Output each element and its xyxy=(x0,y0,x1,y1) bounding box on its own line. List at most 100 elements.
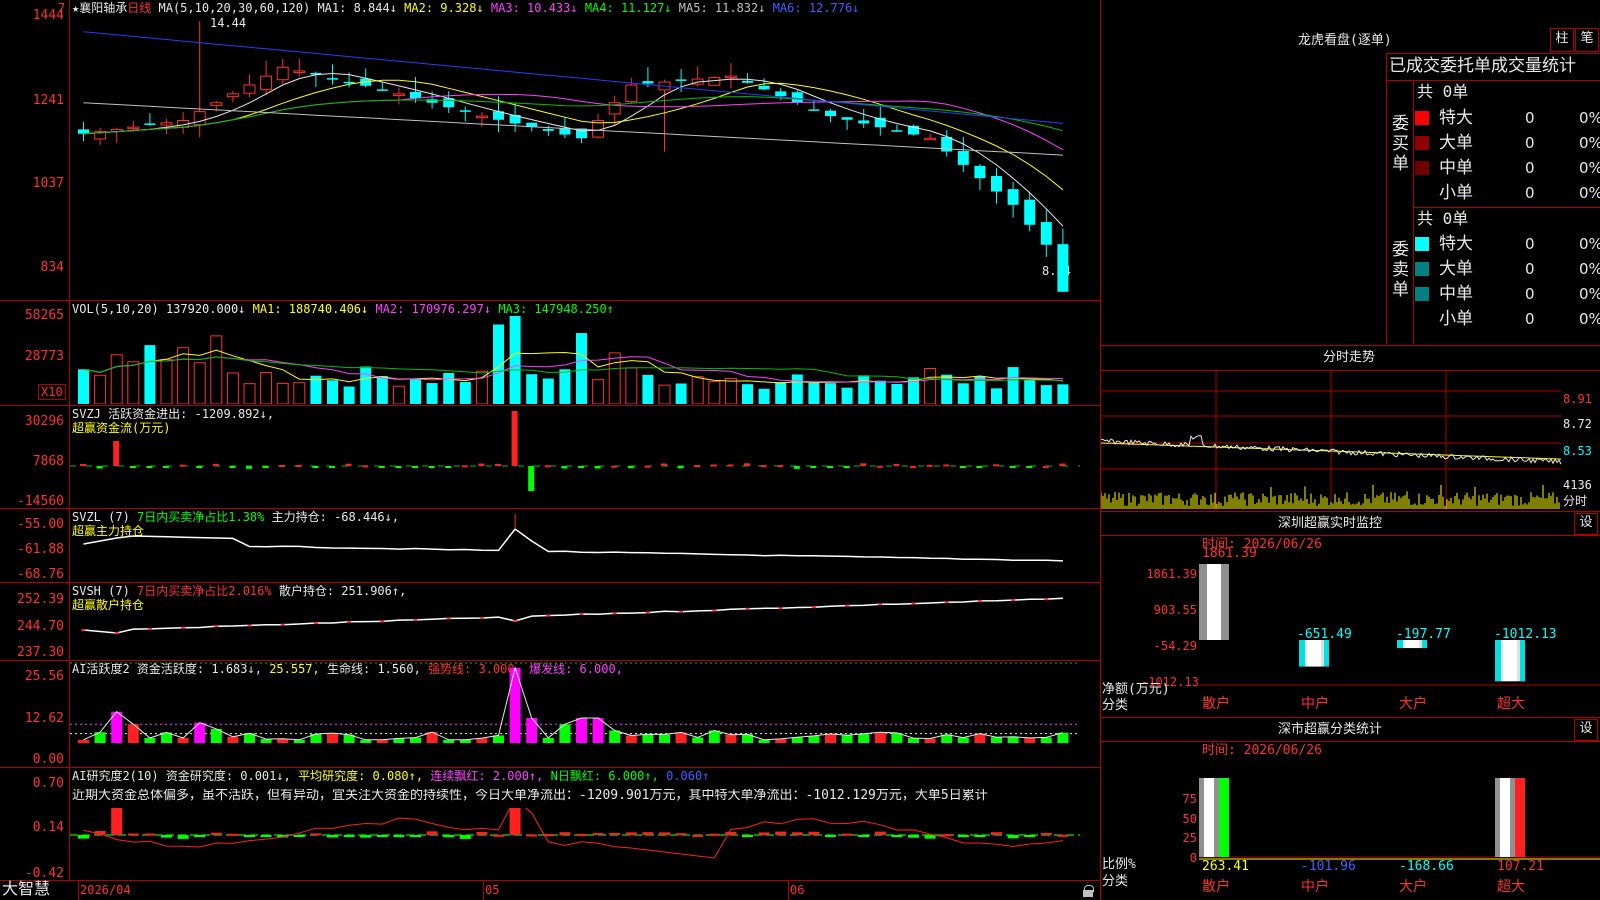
color-swatch xyxy=(1415,312,1429,326)
holding-tick xyxy=(878,603,883,606)
sz-monitor-chart[interactable] xyxy=(1199,560,1600,686)
sz-monitor-settings-button[interactable]: 设 xyxy=(1574,513,1598,535)
order-volume: 0 xyxy=(1525,184,1535,202)
candle-body xyxy=(1057,244,1069,292)
holding-tick xyxy=(380,620,385,623)
left-chart-area[interactable]: ★襄阳轴承日线 MA(5,10,20,30,60,120) MA1: 8.844… xyxy=(0,0,1100,900)
research-bar xyxy=(78,835,89,839)
intraday-title: 分时走势 xyxy=(1323,350,1376,365)
order-type-label: 大单 xyxy=(1439,259,1473,279)
ma4-value: MA4: 11.127↓ xyxy=(584,1,672,15)
flow-bar xyxy=(378,466,385,468)
volume-bar xyxy=(642,374,654,404)
research-bar xyxy=(127,833,139,836)
candle-body xyxy=(343,81,355,84)
volume-bar xyxy=(891,383,903,404)
research-bar xyxy=(177,835,189,839)
buy-total: 共 0单 xyxy=(1417,82,1469,101)
volume-bar xyxy=(957,383,969,404)
volume-chart[interactable] xyxy=(70,316,1100,404)
flow-bar xyxy=(279,465,286,468)
sz-stats-axis-label: 0 xyxy=(1189,851,1197,865)
monitor-bar xyxy=(1495,640,1525,682)
flow-bar xyxy=(295,465,302,468)
period-label[interactable]: 日线 xyxy=(127,1,151,15)
pen-view-button[interactable]: 笔 xyxy=(1575,28,1599,52)
research-bar xyxy=(1007,835,1019,839)
sz-stats-axis-label: 75 xyxy=(1182,792,1197,806)
activity-bar xyxy=(808,735,820,743)
order-percent: 0% xyxy=(1579,285,1600,303)
ma1-value: MA1: 8.844↓ xyxy=(317,1,397,15)
volume-bar xyxy=(841,387,853,404)
candle-body xyxy=(957,151,969,165)
research-bar xyxy=(476,831,488,835)
sz-stats-settings-button[interactable]: 设 xyxy=(1574,719,1598,741)
research-bar xyxy=(742,835,753,837)
order-volume: 0 xyxy=(1525,260,1535,278)
bar-view-button[interactable]: 柱 xyxy=(1550,28,1574,52)
candle-body xyxy=(243,84,256,94)
candlestick-chart[interactable] xyxy=(70,14,1100,298)
svsh-chart[interactable] xyxy=(70,583,1100,660)
svzj-chart[interactable] xyxy=(70,406,1100,508)
activity-bar xyxy=(576,717,587,743)
svsh-axis-label: 252.39 xyxy=(17,592,64,607)
volume-bar xyxy=(376,376,388,404)
flow-bar xyxy=(644,465,651,468)
intraday-chart[interactable] xyxy=(1101,371,1600,509)
stats-category-label: 散户 xyxy=(1202,879,1230,895)
research-bar xyxy=(991,832,1002,835)
flow-bar xyxy=(544,465,551,468)
candle-body xyxy=(758,85,770,90)
ai-active-axis-label: 0.00 xyxy=(32,752,64,767)
volume-bar xyxy=(327,380,338,404)
volume-bar xyxy=(410,378,421,404)
monitor-bar xyxy=(1199,564,1229,640)
ai-active-chart[interactable] xyxy=(70,661,1100,767)
order-percent: 0% xyxy=(1579,134,1600,152)
svzl-chart[interactable] xyxy=(70,509,1100,582)
research-bar xyxy=(194,835,206,838)
intraday-vol-label: 4136 xyxy=(1563,478,1592,492)
volume-bar xyxy=(426,383,438,404)
order-percent: 0% xyxy=(1579,184,1600,202)
ma-line-20 xyxy=(83,93,1064,151)
flow-bar xyxy=(744,463,750,466)
activity-bar xyxy=(1024,737,1036,743)
flow-bar xyxy=(793,466,800,469)
order-row: 小单 0 0% xyxy=(1415,181,1600,205)
research-bar xyxy=(426,831,438,835)
flow-bar xyxy=(661,463,667,466)
ai-research-chart[interactable] xyxy=(70,808,1100,880)
candle-body xyxy=(226,93,239,98)
flow-bar xyxy=(345,463,352,466)
candle-body xyxy=(210,102,223,106)
volume-axis-label: 28773 xyxy=(24,349,64,364)
volume-bar xyxy=(226,372,239,404)
research-bar xyxy=(210,832,222,835)
candle-body xyxy=(991,176,1002,192)
sz-stats-chart[interactable] xyxy=(1199,778,1600,860)
activity-bar xyxy=(625,735,637,743)
holding-tick xyxy=(712,609,717,612)
candle-body xyxy=(675,79,687,81)
order-percent: 0% xyxy=(1579,235,1600,253)
research-bar xyxy=(924,835,936,839)
order-row: 大单 0 0% xyxy=(1415,257,1600,281)
candle-body xyxy=(775,91,787,97)
research-bar xyxy=(144,833,156,836)
monitor-bar-value: -1012.13 xyxy=(1494,627,1557,642)
order-volume: 0 xyxy=(1525,235,1535,253)
sz-stats-time: 时间: 2026/06/26 xyxy=(1202,743,1322,758)
candle-body xyxy=(791,92,803,103)
research-bar xyxy=(310,833,322,836)
research-bar xyxy=(376,835,388,837)
activity-bar xyxy=(78,739,89,743)
ai-research-axis-label: 0.14 xyxy=(32,820,64,835)
research-bar xyxy=(576,833,587,836)
x-axis-label: 2026/04 xyxy=(80,883,131,897)
flow-bar xyxy=(677,466,684,469)
ai-active-axis-label: 25.56 xyxy=(24,669,64,684)
flow-bar xyxy=(578,466,584,468)
